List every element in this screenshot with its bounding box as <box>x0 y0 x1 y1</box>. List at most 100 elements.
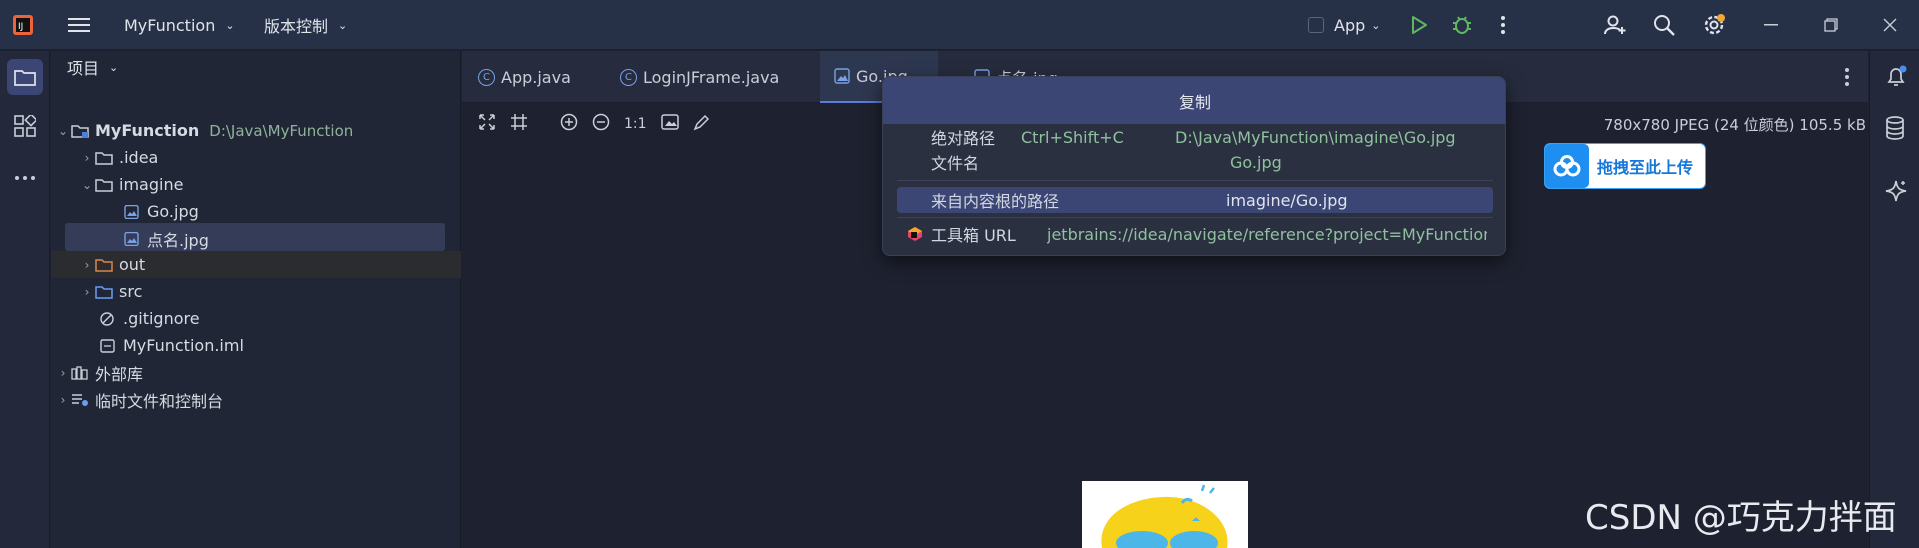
project-name: MyFunction <box>124 15 216 35</box>
chevron-right-icon[interactable]: › <box>79 258 95 272</box>
upload-drop-button[interactable]: 拖拽至此上传 <box>1544 143 1706 189</box>
chevron-down-icon: ⌄ <box>338 18 348 32</box>
tree-item-scratches[interactable]: › 临时文件和控制台 <box>55 386 465 413</box>
tree-item-external-libraries[interactable]: › 外部库 <box>55 359 465 386</box>
app-logo-icon[interactable]: IJ <box>12 0 34 50</box>
image-file-icon <box>124 204 139 219</box>
chevron-down-icon: ⌄ <box>1371 18 1381 32</box>
tree-item-gitignore[interactable]: .gitignore <box>99 305 509 332</box>
ignore-icon <box>100 311 114 326</box>
color-picker-icon[interactable] <box>693 113 711 135</box>
tab-label: App.java <box>501 67 571 87</box>
run-config-label: App <box>1334 15 1366 35</box>
background-icon[interactable] <box>660 113 679 135</box>
project-panel-title: 项目 <box>67 59 100 78</box>
copy-content-root-path-item[interactable]: 来自内容根的路径 imagine/Go.jpg <box>897 187 1493 213</box>
fit-to-window-icon[interactable] <box>478 113 496 135</box>
library-icon <box>71 365 88 380</box>
folder-icon <box>14 70 36 86</box>
vcs-menu[interactable]: 版本控制 ⌄ <box>264 0 347 50</box>
chevron-down-icon[interactable]: ⌄ <box>79 178 95 192</box>
tree-item-iml[interactable]: MyFunction.iml <box>99 332 509 359</box>
folder-icon <box>95 178 113 192</box>
settings-gear-icon[interactable] <box>1701 0 1727 50</box>
folder-blue-icon <box>95 285 113 299</box>
tree-item-label: .idea <box>119 148 159 167</box>
image-preview <box>1082 481 1248 548</box>
actual-size-button[interactable]: 1:1 <box>624 116 647 132</box>
notifications-icon[interactable] <box>1884 65 1908 93</box>
item-value: Go.jpg <box>1230 152 1282 172</box>
tree-item-label: 外部库 <box>95 364 144 384</box>
run-icon <box>1412 16 1427 34</box>
copy-path-popup: 复制 绝对路径 Ctrl+Shift+C D:\Java\MyFunction\… <box>882 76 1506 256</box>
tab-loginjframe-java[interactable]: C LoginJFrame.java <box>606 51 793 103</box>
toolbox-icon <box>907 226 923 246</box>
copy-toolbox-url-item[interactable]: 工具箱 URL jetbrains://idea/navigate/refere… <box>897 222 1493 246</box>
image-toolbar: 1:1 <box>478 113 711 135</box>
main-menu-icon[interactable] <box>68 0 90 50</box>
database-icon[interactable] <box>1884 116 1906 144</box>
structure-tool-icon[interactable] <box>14 113 38 141</box>
tree-item-label: 临时文件和控制台 <box>95 391 224 411</box>
svg-text:IJ: IJ <box>18 22 23 32</box>
add-user-icon[interactable] <box>1603 0 1627 50</box>
item-label: 绝对路径 <box>931 129 996 148</box>
project-tool-button[interactable] <box>7 59 43 95</box>
tab-app-java[interactable]: C App.java <box>464 51 585 103</box>
iml-icon <box>100 338 115 353</box>
close-icon[interactable] <box>1883 0 1897 50</box>
image-file-icon <box>124 231 139 246</box>
tree-item-label: src <box>119 282 143 301</box>
module-icon <box>71 124 89 138</box>
tree-item-label: Go.jpg <box>147 202 199 221</box>
item-value: jetbrains://idea/navigate/reference?proj… <box>1047 224 1487 244</box>
bug-icon <box>1453 16 1471 34</box>
project-panel-header[interactable]: 项目 ⌄ <box>67 51 118 83</box>
tree-item-myfunction[interactable]: ⌄ MyFunction D:\Java\MyFunction <box>55 117 465 144</box>
tree-item-label: 点名.jpg <box>147 230 209 250</box>
ai-assistant-icon[interactable] <box>1884 179 1908 207</box>
tree-item-idea[interactable]: › .idea <box>79 144 489 171</box>
restore-icon[interactable] <box>1824 0 1838 50</box>
chevron-right-icon[interactable]: › <box>79 151 95 165</box>
zoom-in-icon[interactable] <box>560 113 578 135</box>
project-switcher[interactable]: MyFunction ⌄ <box>124 0 235 50</box>
right-tool-strip <box>1869 51 1919 548</box>
folder-orange-icon <box>95 258 113 272</box>
tree-item-label: .gitignore <box>123 309 200 328</box>
item-label: 工具箱 URL <box>931 226 1016 245</box>
watermark: CSDN @巧克力拌面 <box>1585 498 1897 538</box>
image-file-icon <box>834 68 850 84</box>
popup-separator <box>897 180 1493 181</box>
popup-title: 复制 <box>883 77 1505 124</box>
chevron-right-icon[interactable]: › <box>55 393 71 407</box>
chevron-right-icon[interactable]: › <box>55 366 71 380</box>
copy-file-name-item[interactable]: 文件名 Go.jpg <box>897 150 1493 174</box>
copy-absolute-path-item[interactable]: 绝对路径 Ctrl+Shift+C D:\Java\MyFunction\ima… <box>897 125 1493 149</box>
more-actions-icon[interactable] <box>1500 0 1506 50</box>
minimize-icon[interactable] <box>1764 0 1778 50</box>
class-icon: C <box>478 68 495 86</box>
chevron-right-icon[interactable]: › <box>79 285 95 299</box>
image-info: 780x780 JPEG (24 位颜色) 105.5 kB <box>1603 116 1866 134</box>
run-button[interactable] <box>1410 0 1428 50</box>
folder-icon <box>95 151 113 165</box>
tree-item-out[interactable]: › out <box>79 251 489 278</box>
app-config-icon <box>1308 17 1324 33</box>
tree-item-src[interactable]: › src <box>79 278 489 305</box>
more-tools-icon[interactable] <box>14 167 36 185</box>
tab-label: LoginJFrame.java <box>643 67 780 87</box>
zoom-out-icon[interactable] <box>592 113 610 135</box>
grid-icon[interactable] <box>510 113 528 135</box>
tree-item-label: imagine <box>119 175 184 194</box>
run-config-selector[interactable]: App ⌄ <box>1308 0 1380 50</box>
debug-button[interactable] <box>1451 0 1473 50</box>
tab-more-icon[interactable] <box>1844 67 1850 91</box>
chevron-down-icon[interactable]: ⌄ <box>55 124 71 138</box>
item-value: imagine/Go.jpg <box>1226 190 1348 210</box>
scratch-icon <box>72 393 88 406</box>
item-value: D:\Java\MyFunction\imagine\Go.jpg <box>1175 127 1456 147</box>
search-icon[interactable] <box>1652 0 1676 50</box>
tree-item-imagine[interactable]: ⌄ imagine <box>79 171 489 198</box>
